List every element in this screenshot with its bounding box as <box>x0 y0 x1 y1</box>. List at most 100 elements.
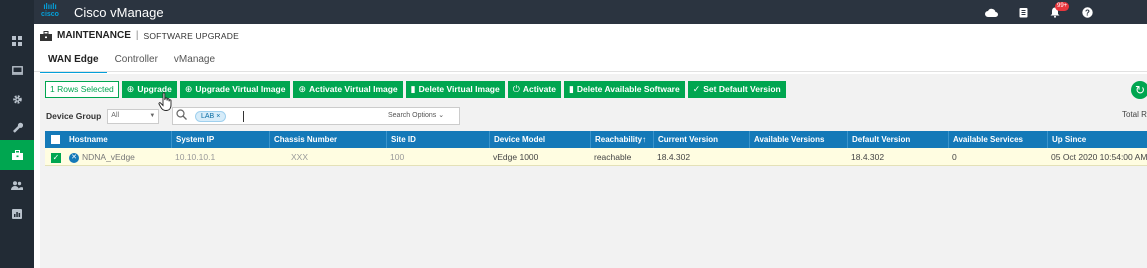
toolbox-icon <box>11 150 23 160</box>
action-toolbar: 1 Rows Selected ⊕ Upgrade ⊕ Upgrade Virt… <box>45 81 786 98</box>
breadcrumb: MAINTENANCE | SOFTWARE UPGRADE <box>40 30 239 41</box>
row-checkbox[interactable]: ✓ <box>47 148 65 166</box>
users-icon <box>11 180 23 190</box>
delete-virtual-image-button[interactable]: ▮ Delete Virtual Image <box>405 81 505 98</box>
cloud-icon <box>984 8 998 17</box>
hand-cursor-icon <box>158 92 172 111</box>
cell-device-model: vEdge 1000 <box>493 152 539 162</box>
tab-divider <box>34 71 1147 72</box>
chevron-down-icon: ⌄ <box>438 112 445 119</box>
activate-virtual-image-label: Activate Virtual Image <box>309 84 398 94</box>
breadcrumb-page: SOFTWARE UPGRADE <box>143 30 239 41</box>
activate-button[interactable]: ⏻ Activate <box>507 81 561 98</box>
cell-available-versions <box>749 148 847 166</box>
notification-badge: 99+ <box>1055 2 1070 11</box>
sidebar-item-tools[interactable] <box>0 116 34 138</box>
device-group-value: All <box>111 111 120 119</box>
set-default-version-button[interactable]: ✓ Set Default Version <box>687 81 786 98</box>
sidebar-item-administration[interactable] <box>0 174 34 196</box>
search-options-label: Search Options <box>388 112 437 119</box>
breadcrumb-separator: | <box>135 30 139 41</box>
column-header-available-versions[interactable]: Available Versions <box>749 131 847 148</box>
cell-system-ip: 10.10.10.1 <box>175 152 216 162</box>
wrench-icon <box>12 122 23 133</box>
tasks-button[interactable] <box>1016 5 1030 19</box>
column-header-current-version[interactable]: Current Version <box>653 131 749 148</box>
clipboard-icon <box>1019 7 1027 17</box>
help-icon: ? <box>1081 6 1093 18</box>
filter-chip-lab[interactable]: LAB × <box>195 111 227 122</box>
hostname-value: NDNA_vEdge <box>82 152 135 162</box>
cell-site-id: 100 <box>390 152 405 162</box>
total-rows-label: Total R <box>1122 110 1147 119</box>
svg-text:?: ? <box>1085 8 1090 17</box>
column-header-available-services[interactable]: Available Services <box>948 131 1047 148</box>
column-header-reachability-label: Reachability <box>595 135 643 144</box>
sidebar-item-maintenance[interactable] <box>0 140 34 170</box>
sidebar-item-analytics[interactable] <box>0 203 34 225</box>
tab-vmanage[interactable]: vManage <box>166 50 223 73</box>
cisco-logo-bars: ılıılı <box>43 2 57 11</box>
delete-available-software-label: Delete Available Software <box>576 84 680 94</box>
refresh-button[interactable]: ↻ <box>1131 81 1147 99</box>
table-header: Hostname System IP Chassis Number Site I… <box>45 131 1147 148</box>
text-cursor <box>243 111 244 122</box>
delete-virtual-image-label: Delete Virtual Image <box>418 84 500 94</box>
cell-chassis-number: XXX <box>291 152 309 162</box>
cell-available-services: 0 <box>952 152 957 162</box>
dashboard-icon <box>12 36 22 46</box>
left-sidebar <box>0 0 34 268</box>
cell-current-version: 18.4.302 <box>657 152 691 162</box>
cell-default-version: 18.4.302 <box>851 152 885 162</box>
monitor-icon <box>11 65 23 75</box>
upgrade-icon: ⊕ <box>126 84 135 94</box>
column-header-reachability[interactable]: Reachability↑ <box>590 131 653 148</box>
close-icon[interactable]: × <box>216 113 220 120</box>
sidebar-item-configuration[interactable] <box>0 88 34 110</box>
top-header: ılıılı cisco Cisco vManage <box>34 0 1147 24</box>
help-button[interactable]: ? <box>1080 5 1094 19</box>
activate-label: Activate <box>522 84 556 94</box>
column-header-site-id[interactable]: Site ID <box>386 131 489 148</box>
upgrade-virtual-image-label: Upgrade Virtual Image <box>195 84 286 94</box>
delete-icon: ▮ <box>410 84 416 94</box>
toolbox-icon <box>40 30 52 41</box>
column-header-hostname[interactable]: Hostname <box>65 131 171 148</box>
sort-arrow-icon: ↑ <box>642 135 647 144</box>
select-all-checkbox[interactable] <box>45 131 65 148</box>
set-default-version-label: Set Default Version <box>703 84 781 94</box>
column-header-system-ip[interactable]: System IP <box>171 131 269 148</box>
delete-available-software-button[interactable]: ▮ Delete Available Software <box>563 81 685 98</box>
refresh-icon: ↻ <box>1134 83 1146 97</box>
tab-wan-edge[interactable]: WAN Edge <box>40 50 107 73</box>
search-options-dropdown[interactable]: Search Options ⌄ <box>388 111 444 119</box>
column-header-up-since[interactable]: Up Since <box>1047 131 1147 148</box>
device-group-label: Device Group <box>46 111 102 121</box>
upgrade-icon: ⊕ <box>298 84 306 94</box>
cell-up-since: 05 Oct 2020 10:54:00 AM E <box>1051 152 1147 162</box>
column-header-default-version[interactable]: Default Version <box>847 131 948 148</box>
device-type-tabs: WAN Edge Controller vManage <box>40 50 223 73</box>
cloud-button[interactable] <box>984 5 998 19</box>
table-row[interactable]: ✓ ✕ NDNA_vEdge 10.10.10.1 XXX 100 vEdge 1… <box>45 148 1147 166</box>
column-header-chassis-number[interactable]: Chassis Number <box>269 131 386 148</box>
cisco-logo-text: cisco <box>41 11 59 18</box>
filter-row: Device Group All ▼ <box>46 107 160 125</box>
sidebar-item-monitor[interactable] <box>0 59 34 81</box>
search-input[interactable]: LAB × Search Options ⌄ <box>172 107 460 125</box>
rows-selected-indicator: 1 Rows Selected <box>45 81 119 98</box>
search-icon <box>176 109 187 123</box>
sidebar-item-dashboard[interactable] <box>0 30 34 52</box>
tab-controller[interactable]: Controller <box>107 50 166 73</box>
activate-virtual-image-button[interactable]: ⊕ Activate Virtual Image <box>293 81 403 98</box>
upgrade-icon: ⊕ <box>184 84 193 94</box>
cell-reachability: reachable <box>594 152 632 162</box>
device-group-select[interactable]: All ▼ <box>107 108 160 124</box>
cisco-logo: ılıılı cisco <box>37 3 63 19</box>
filter-chip-label: LAB <box>201 113 215 120</box>
upgrade-virtual-image-button[interactable]: ⊕ Upgrade Virtual Image <box>179 81 291 98</box>
delete-icon: ▮ <box>568 84 574 94</box>
chart-icon <box>12 209 22 219</box>
column-header-device-model[interactable]: Device Model <box>489 131 590 148</box>
checkbox-icon <box>51 135 60 145</box>
